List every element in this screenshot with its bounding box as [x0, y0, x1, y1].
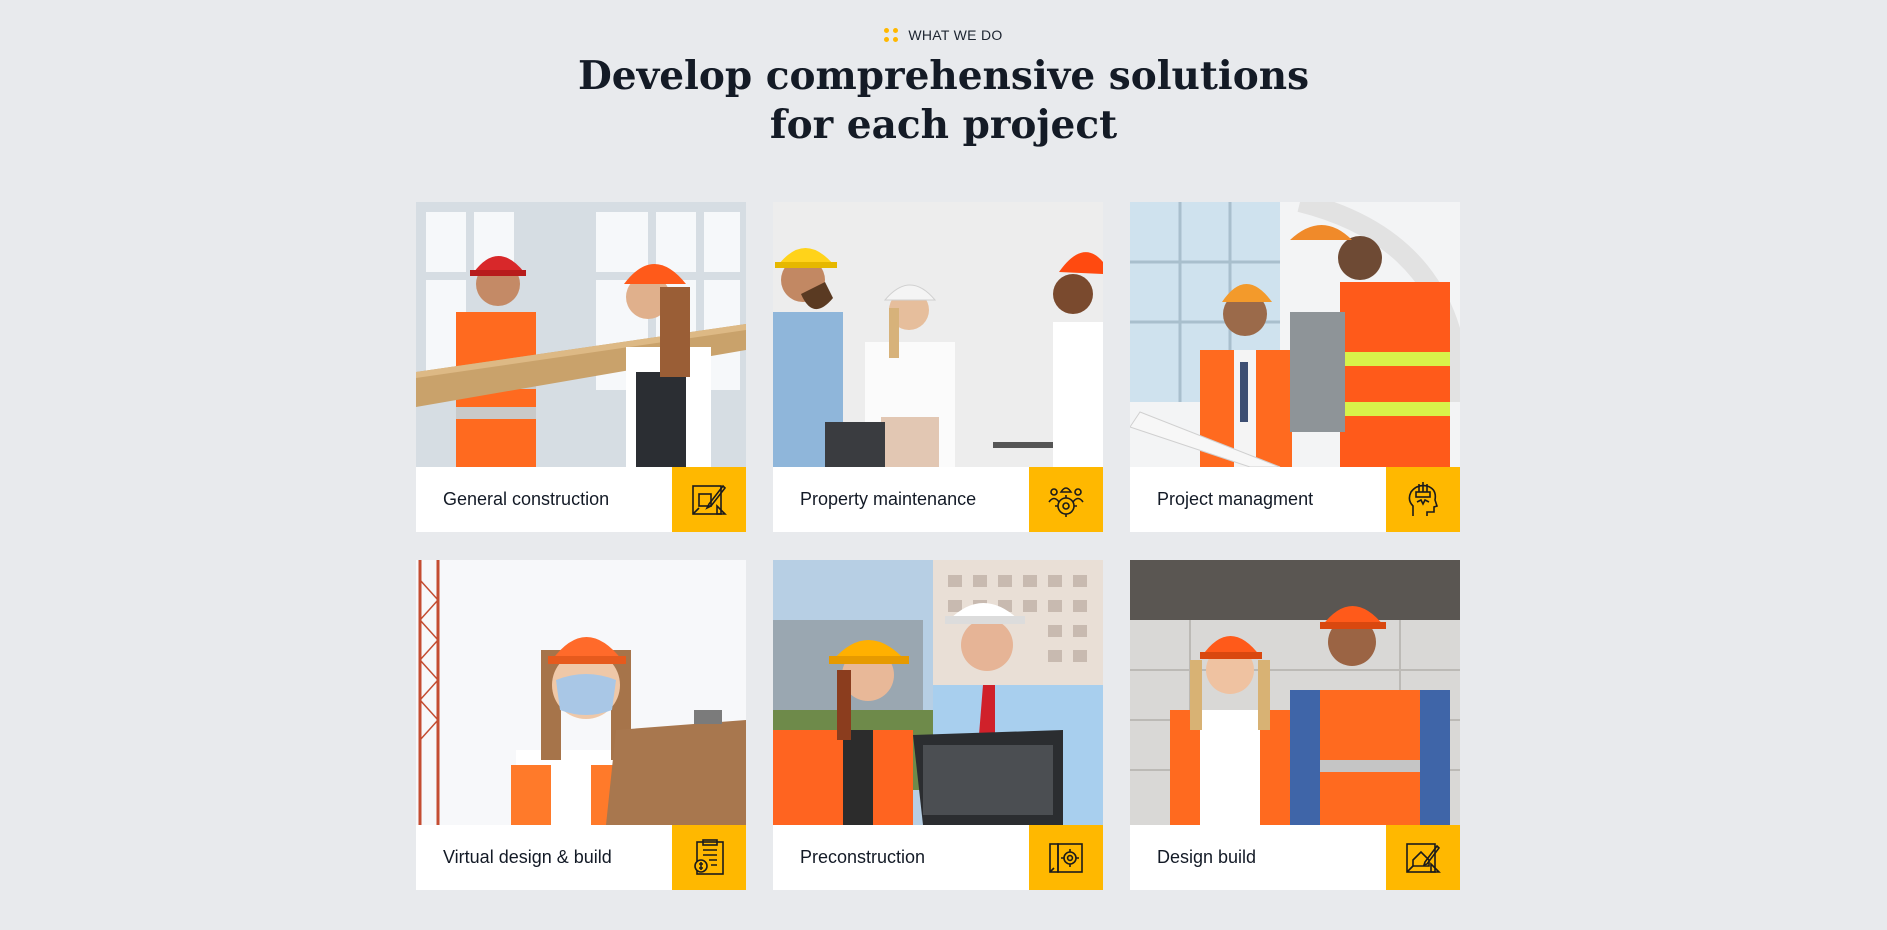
- document-coin-icon: [672, 825, 746, 890]
- service-title: Virtual design & build: [443, 847, 612, 867]
- blueprint-gear-icon: [1029, 825, 1103, 890]
- eyebrow-label: WHAT WE DO: [908, 27, 1003, 43]
- blueprint-pencil-icon: [672, 467, 746, 532]
- service-card-project-managment[interactable]: Project managment: [1130, 202, 1460, 532]
- service-title: General construction: [443, 489, 610, 509]
- dots-icon: [884, 28, 899, 42]
- service-photo: [416, 560, 746, 825]
- services-grid: General construction Property maintenanc…: [416, 202, 1461, 890]
- service-card-preconstruction[interactable]: Preconstruction: [773, 560, 1103, 890]
- service-title: Preconstruction: [800, 847, 926, 867]
- service-photo: [1130, 202, 1460, 467]
- service-card-general-construction[interactable]: General construction: [416, 202, 746, 532]
- section-title: Develop comprehensive solutions for each…: [0, 52, 1887, 150]
- team-gear-icon: [1029, 467, 1103, 532]
- service-card-virtual-design-build[interactable]: Virtual design & build: [416, 560, 746, 890]
- service-title: Design build: [1157, 847, 1257, 867]
- services-section: WHAT WE DO Develop comprehensive solutio…: [0, 0, 1887, 930]
- blueprint-house-icon: [1386, 825, 1460, 890]
- service-photo: [416, 202, 746, 467]
- service-photo: [773, 560, 1103, 825]
- section-title-line-1: Develop comprehensive solutions: [577, 53, 1310, 99]
- service-card-design-build[interactable]: Design build: [1130, 560, 1460, 890]
- service-photo: [1130, 560, 1460, 825]
- section-eyebrow: WHAT WE DO: [0, 27, 1887, 43]
- section-title-line-2: for each project: [769, 102, 1118, 148]
- service-card-property-maintenance[interactable]: Property maintenance: [773, 202, 1103, 532]
- service-title: Project managment: [1157, 489, 1314, 509]
- service-photo: [773, 202, 1103, 467]
- service-title: Property maintenance: [800, 489, 977, 509]
- head-tools-icon: [1386, 467, 1460, 532]
